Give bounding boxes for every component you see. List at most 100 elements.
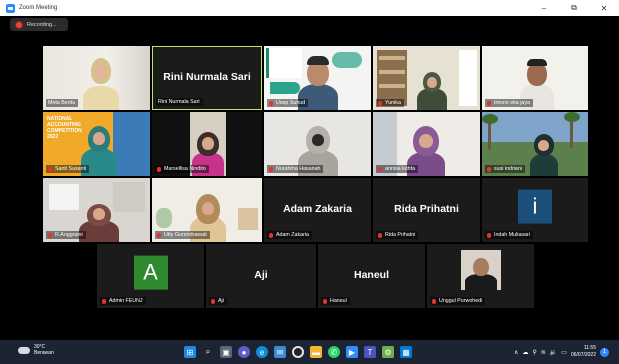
mic-muted-icon: [157, 166, 161, 172]
participant-name-label: Aji: [209, 297, 227, 305]
task-view-icon[interactable]: ▣: [220, 346, 232, 358]
mic-muted-icon: [378, 232, 382, 238]
participant-name-label: R.Anggraini: [46, 231, 86, 239]
zoom-app-icon: [6, 3, 15, 13]
store-icon[interactable]: ▦: [400, 346, 412, 358]
recording-label: Recording...: [27, 21, 57, 28]
cloud-icon: [18, 346, 30, 354]
participant-tile[interactable]: Yunika: [373, 46, 480, 110]
mic-muted-icon: [211, 298, 215, 304]
mic-muted-icon: [323, 298, 327, 304]
cloud-sync-icon[interactable]: ☁: [522, 349, 528, 356]
mic-muted-icon: [157, 232, 161, 238]
wifi-icon[interactable]: ≋: [541, 349, 546, 356]
participant-tile[interactable]: Unggul Purwohedi: [427, 244, 534, 308]
mic-muted-icon: [487, 100, 491, 106]
participant-name-label: annisa luthfa: [376, 165, 419, 173]
mic-muted-icon: [487, 232, 491, 238]
participant-name-label: Meta Berdu: [46, 99, 79, 107]
recording-indicator[interactable]: Recording...: [10, 18, 68, 31]
edge-browser-icon[interactable]: e: [256, 346, 268, 358]
participant-name-label: Admin FEUNJ: [100, 297, 146, 305]
participant-tile[interactable]: Aji Aji: [206, 244, 316, 308]
participant-name-label: Adam Zakaria: [267, 231, 312, 239]
mic-muted-icon: [269, 166, 273, 172]
start-windows-icon[interactable]: ⊞: [184, 346, 196, 358]
chevron-up-icon[interactable]: ∧: [514, 349, 518, 356]
mic-muted-icon: [48, 232, 52, 238]
participant-name-label: tresno eka jaya: [485, 99, 533, 107]
usb-icon[interactable]: ⚲: [532, 349, 536, 356]
weather-widget[interactable]: 30°C Berawan: [18, 344, 54, 356]
teams-icon[interactable]: T: [364, 346, 376, 358]
close-button[interactable]: ✕: [589, 0, 619, 16]
battery-icon[interactable]: ▭: [561, 349, 567, 356]
whatsapp-icon[interactable]: ✆: [328, 346, 340, 358]
mail-icon[interactable]: ✉: [274, 346, 286, 358]
clock-time: 11:55: [583, 345, 596, 351]
participant-tile[interactable]: R.Anggraini: [43, 178, 150, 242]
window-titlebar: Zoom Meeting – ⧉ ✕: [0, 0, 619, 16]
participant-name-label: Santi Susanti: [46, 165, 90, 173]
search-icon[interactable]: ⌕: [202, 346, 214, 358]
minimize-button[interactable]: –: [529, 0, 559, 16]
mic-muted-icon: [487, 166, 491, 172]
window-title: Zoom Meeting: [19, 5, 58, 11]
participant-tile[interactable]: NATIONAL ACCOUNTING COMPETITION 2022 San…: [43, 112, 150, 176]
participant-tile[interactable]: Meta Berdu: [43, 46, 150, 110]
participant-avatar: i: [518, 189, 552, 224]
weather-description: Berawan: [34, 350, 54, 356]
participant-name-label: Haneul: [321, 297, 350, 305]
participant-tile[interactable]: Nurahma Hasanah: [264, 112, 371, 176]
participant-tile[interactable]: annisa luthfa: [373, 112, 480, 176]
settings-icon[interactable]: ⚙: [382, 346, 394, 358]
zoom-icon[interactable]: ▶: [346, 346, 358, 358]
volume-icon[interactable]: 🔉: [550, 349, 557, 356]
mic-muted-icon: [48, 166, 52, 172]
record-icon: [16, 21, 22, 28]
mic-muted-icon: [269, 100, 273, 106]
participant-display-name: Aji: [254, 268, 268, 281]
taskbar-app-icons: ⊞ ⌕ ▣ ● e ✉ ▬ ✆ ▶ T ⚙ ▦: [184, 344, 412, 360]
window-controls: – ⧉ ✕: [529, 0, 619, 16]
mic-muted-icon: [378, 100, 382, 106]
mic-muted-icon: [269, 232, 273, 238]
participant-tile[interactable]: Usep Suhud: [264, 46, 371, 110]
participant-display-name: Rini Nurmala Sari: [163, 70, 251, 83]
participant-tile[interactable]: Haneul Haneul: [318, 244, 425, 308]
participant-tile[interactable]: Utty Gurendrawati: [152, 178, 262, 242]
participant-name-label: Indah Muliasari: [485, 231, 533, 239]
participant-display-name: Haneul: [353, 268, 389, 281]
participant-display-name: Rida Prihatni: [394, 202, 459, 215]
participant-tile[interactable]: i Indah Muliasari: [482, 178, 588, 242]
participant-display-name: Adam Zakaria: [283, 202, 352, 215]
file-explorer-icon[interactable]: ▬: [310, 346, 322, 358]
participant-name-label: Utty Gurendrawati: [155, 231, 210, 239]
participant-name-label: Yunika: [376, 99, 404, 107]
participant-avatar: A: [133, 255, 168, 290]
participant-tile[interactable]: Marsellisa Nindito: [152, 112, 262, 176]
participant-name-label: Nurahma Hasanah: [267, 165, 324, 173]
restore-button[interactable]: ⧉: [559, 0, 589, 16]
participant-tile[interactable]: tresno eka jaya: [482, 46, 588, 110]
slide-title: NATIONAL ACCOUNTING COMPETITION 2022: [47, 116, 82, 140]
mic-muted-icon: [102, 298, 106, 304]
participant-tile[interactable]: Adam Zakaria Adam Zakaria: [264, 178, 371, 242]
participant-tile[interactable]: A Admin FEUNJ: [97, 244, 204, 308]
clock[interactable]: 11:55 06/07/2022: [571, 345, 596, 359]
notification-badge[interactable]: 1: [600, 347, 609, 357]
participant-name-label: Usep Suhud: [267, 99, 309, 107]
obs-icon[interactable]: [292, 346, 304, 358]
mic-muted-icon: [378, 166, 382, 172]
chat-icon[interactable]: ●: [238, 346, 250, 358]
participant-name-label: Unggul Purwohedi: [430, 297, 486, 305]
participant-tile[interactable]: Rida Prihatni Rida Prihatni: [373, 178, 480, 242]
participant-tile-active-speaker[interactable]: Rini Nurmala Sari Rini Nurmala Sari: [152, 46, 262, 110]
participant-name-label: Rini Nurmala Sari: [156, 98, 203, 106]
clock-date: 06/07/2022: [570, 352, 596, 358]
weather-text: 30°C Berawan: [34, 344, 54, 356]
participant-name-label: susi indriani: [485, 165, 525, 173]
participant-tile[interactable]: susi indriani: [482, 112, 588, 176]
participant-name-label: Marsellisa Nindito: [155, 165, 209, 173]
system-tray: ∧ ☁ ⚲ ≋ 🔉 ▭ 11:55 06/07/2022 1: [514, 343, 609, 361]
